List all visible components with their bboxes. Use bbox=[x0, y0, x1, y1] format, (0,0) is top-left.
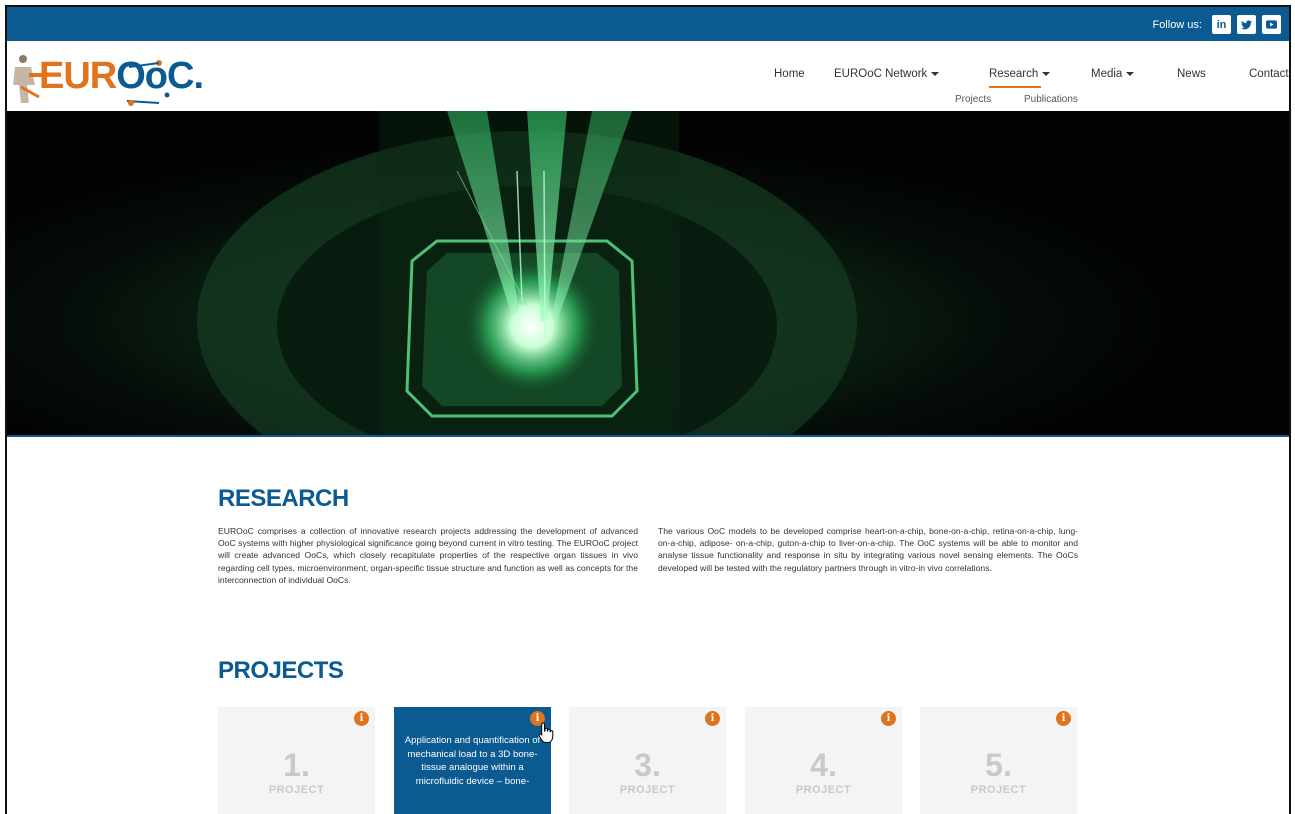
linkedin-icon[interactable]: in bbox=[1212, 15, 1231, 34]
project-card-5[interactable]: i 5. PROJECT bbox=[920, 707, 1077, 814]
nav-research-label: Research bbox=[989, 68, 1039, 80]
research-section: RESEARCH EUROoC comprises a collection o… bbox=[218, 485, 1078, 586]
research-title: RESEARCH bbox=[218, 485, 349, 512]
logo-text-ooc: OoC. bbox=[116, 55, 204, 97]
projects-title: PROJECTS bbox=[218, 657, 344, 684]
info-icon[interactable]: i bbox=[1056, 711, 1071, 726]
nav-home[interactable]: Home bbox=[774, 68, 805, 80]
nav-contact[interactable]: Contact bbox=[1249, 68, 1289, 80]
project-label: PROJECT bbox=[268, 784, 325, 796]
nav-media-label: Media bbox=[1091, 68, 1123, 80]
youtube-icon[interactable] bbox=[1262, 15, 1281, 34]
info-icon[interactable]: i bbox=[705, 711, 720, 726]
nav-media[interactable]: Media bbox=[1091, 68, 1135, 80]
project-label: PROJECT bbox=[619, 784, 676, 796]
project-number: 1. bbox=[283, 747, 310, 783]
logo-text-eur: EUR bbox=[39, 55, 117, 97]
nav-network-label: EUROoC Network bbox=[834, 68, 928, 80]
research-text-left: EUROoC comprises a collection of innovat… bbox=[218, 526, 638, 585]
top-bar: Follow us: in bbox=[7, 7, 1289, 41]
nav-active-underline bbox=[989, 86, 1041, 88]
info-icon[interactable]: i bbox=[354, 711, 369, 726]
browser-viewport: Follow us: in EUROoC. Home EUROoC Networ… bbox=[5, 5, 1291, 814]
subnav-publications[interactable]: Publications bbox=[1024, 94, 1078, 105]
project-card-1[interactable]: i 1. PROJECT bbox=[218, 707, 375, 814]
project-label: PROJECT bbox=[970, 784, 1027, 796]
project-label: PROJECT bbox=[795, 784, 852, 796]
hand-cursor-icon bbox=[538, 722, 554, 743]
follow-label: Follow us: bbox=[1152, 18, 1202, 31]
hero-illustration bbox=[197, 111, 857, 435]
project-cards: i 1. PROJECT i Application and quantific… bbox=[218, 707, 1078, 814]
project-number: 5. bbox=[985, 747, 1012, 783]
nav-research[interactable]: Research bbox=[989, 68, 1051, 80]
chevron-down-icon bbox=[931, 71, 940, 76]
hero-image bbox=[7, 111, 1289, 437]
site-header: EUROoC. Home EUROoC Network Research Med… bbox=[7, 41, 1289, 113]
subnav-projects[interactable]: Projects bbox=[955, 94, 991, 105]
nav-network[interactable]: EUROoC Network bbox=[834, 68, 940, 80]
project-card-2[interactable]: i Application and quantification of mech… bbox=[394, 707, 551, 814]
project-card-4[interactable]: i 4. PROJECT bbox=[745, 707, 902, 814]
chevron-down-icon bbox=[1126, 71, 1135, 76]
project-card-3[interactable]: i 3. PROJECT bbox=[569, 707, 726, 814]
project-number: 4. bbox=[810, 747, 837, 783]
chevron-down-icon bbox=[1042, 71, 1051, 76]
project-number: 3. bbox=[634, 747, 661, 783]
social-follow: Follow us: in bbox=[1152, 15, 1281, 34]
main-nav: Home EUROoC Network Research Media News … bbox=[749, 41, 1289, 113]
research-text-right: The various OoC models to be developed c… bbox=[658, 526, 1078, 573]
eurooc-logo[interactable]: EUROoC. bbox=[9, 45, 204, 109]
twitter-icon[interactable] bbox=[1237, 15, 1256, 34]
research-columns: EUROoC comprises a collection of innovat… bbox=[218, 525, 1078, 586]
project-description: Application and quantification of mechan… bbox=[404, 735, 541, 787]
nav-news[interactable]: News bbox=[1177, 68, 1206, 80]
info-icon[interactable]: i bbox=[881, 711, 896, 726]
